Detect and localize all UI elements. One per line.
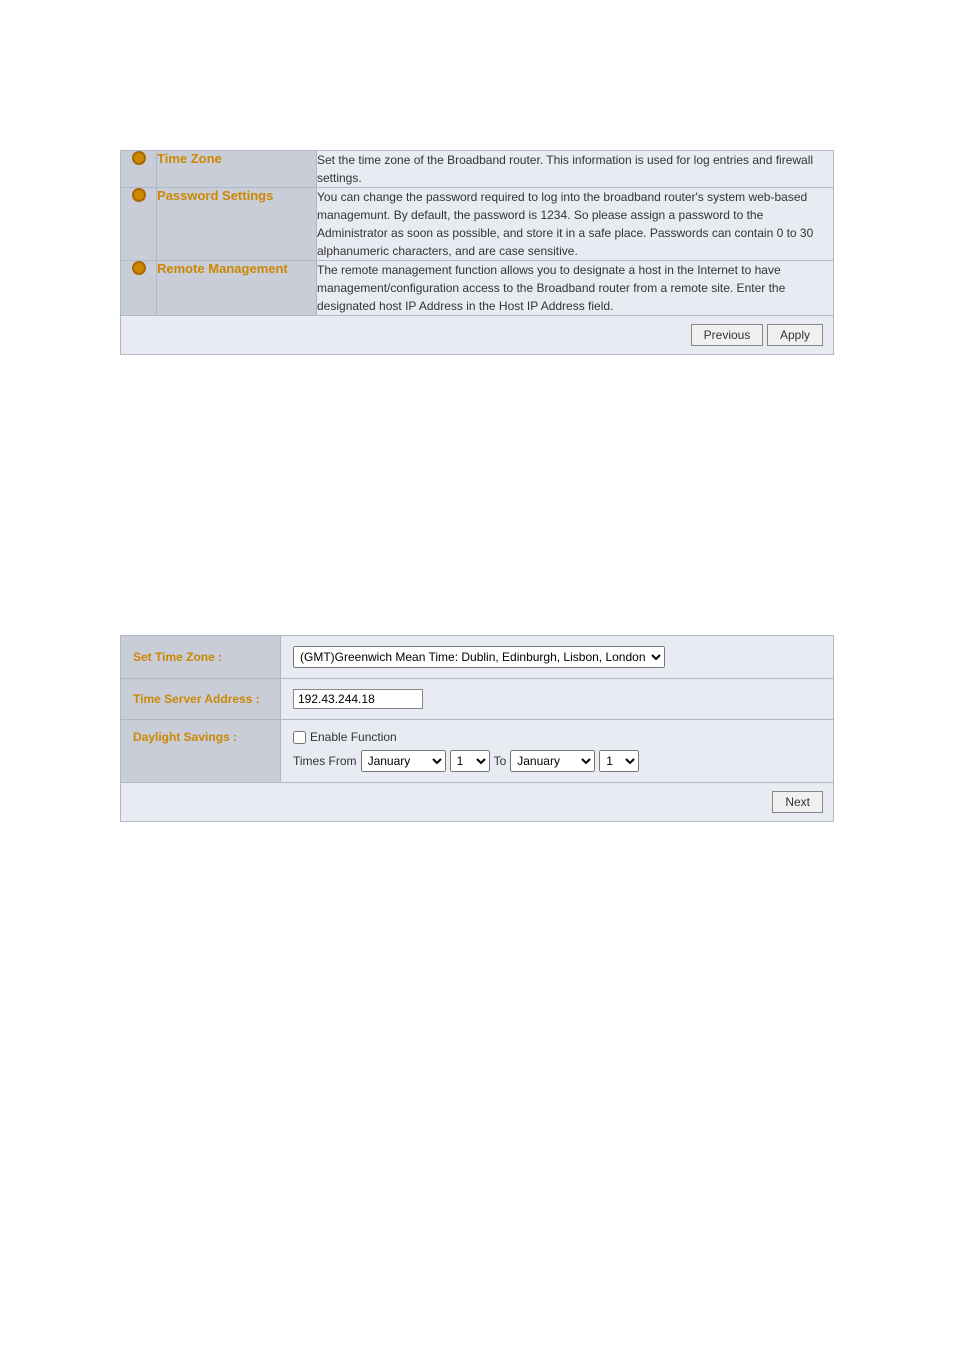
time-zone-row: Set Time Zone : (GMT)Greenwich Mean Time… xyxy=(121,636,834,679)
time-server-input-cell xyxy=(281,679,834,720)
status-dot-icon xyxy=(132,151,146,165)
time-server-input[interactable] xyxy=(293,689,423,709)
time-server-label: Time Server Address : xyxy=(121,679,281,720)
nav-label-2[interactable]: Remote Management xyxy=(157,261,288,276)
nav-label-cell-0: Time Zone xyxy=(157,151,317,188)
nav-row: Time Zone Set the time zone of the Broad… xyxy=(121,151,834,188)
nav-row: Remote Management The remote management … xyxy=(121,261,834,316)
to-month-select[interactable]: JanuaryFebruaryMarchAprilMayJuneJulyAugu… xyxy=(510,750,595,772)
time-zone-label: Set Time Zone : xyxy=(121,636,281,679)
time-zone-input-cell: (GMT)Greenwich Mean Time: Dublin, Edinbu… xyxy=(281,636,834,679)
nav-icon-cell-1 xyxy=(121,188,157,261)
enable-function-text: Enable Function xyxy=(310,730,397,744)
nav-label-1[interactable]: Password Settings xyxy=(157,188,273,203)
enable-function-checkbox[interactable] xyxy=(293,731,306,744)
next-button[interactable]: Next xyxy=(772,791,823,813)
daylight-savings-input-cell: Enable Function Times From JanuaryFebrua… xyxy=(281,720,834,783)
form-section: Set Time Zone : (GMT)Greenwich Mean Time… xyxy=(120,635,834,822)
nav-desc-cell-0: Set the time zone of the Broadband route… xyxy=(317,151,834,188)
enable-function-label[interactable]: Enable Function xyxy=(293,730,821,744)
times-from-text: Times From xyxy=(293,754,357,768)
nav-row: Password Settings You can change the pas… xyxy=(121,188,834,261)
nav-label-0[interactable]: Time Zone xyxy=(157,151,222,166)
status-dot-icon xyxy=(132,188,146,202)
nav-icon-cell-0 xyxy=(121,151,157,188)
nav-desc-cell-2: The remote management function allows yo… xyxy=(317,261,834,316)
from-day-select[interactable]: 1234567891011121314151617181920212223242… xyxy=(450,750,490,772)
daylight-savings-label: Daylight Savings : xyxy=(121,720,281,783)
previous-button[interactable]: Previous xyxy=(691,324,764,346)
nav-table: Time Zone Set the time zone of the Broad… xyxy=(120,150,834,355)
time-server-row: Time Server Address : xyxy=(121,679,834,720)
nav-icon-cell-2 xyxy=(121,261,157,316)
to-day-select[interactable]: 1234567891011121314151617181920212223242… xyxy=(599,750,639,772)
from-month-select[interactable]: JanuaryFebruaryMarchAprilMayJuneJulyAugu… xyxy=(361,750,446,772)
status-dot-icon xyxy=(132,261,146,275)
to-text: To xyxy=(494,754,507,768)
form-footer-row: Next xyxy=(121,783,834,822)
nav-label-cell-2: Remote Management xyxy=(157,261,317,316)
nav-label-cell-1: Password Settings xyxy=(157,188,317,261)
apply-button[interactable]: Apply xyxy=(767,324,823,346)
nav-desc-cell-1: You can change the password required to … xyxy=(317,188,834,261)
nav-footer-row: Previous Apply xyxy=(121,316,834,355)
daylight-savings-row: Daylight Savings : Enable Function Times… xyxy=(121,720,834,783)
time-zone-select[interactable]: (GMT)Greenwich Mean Time: Dublin, Edinbu… xyxy=(293,646,665,668)
